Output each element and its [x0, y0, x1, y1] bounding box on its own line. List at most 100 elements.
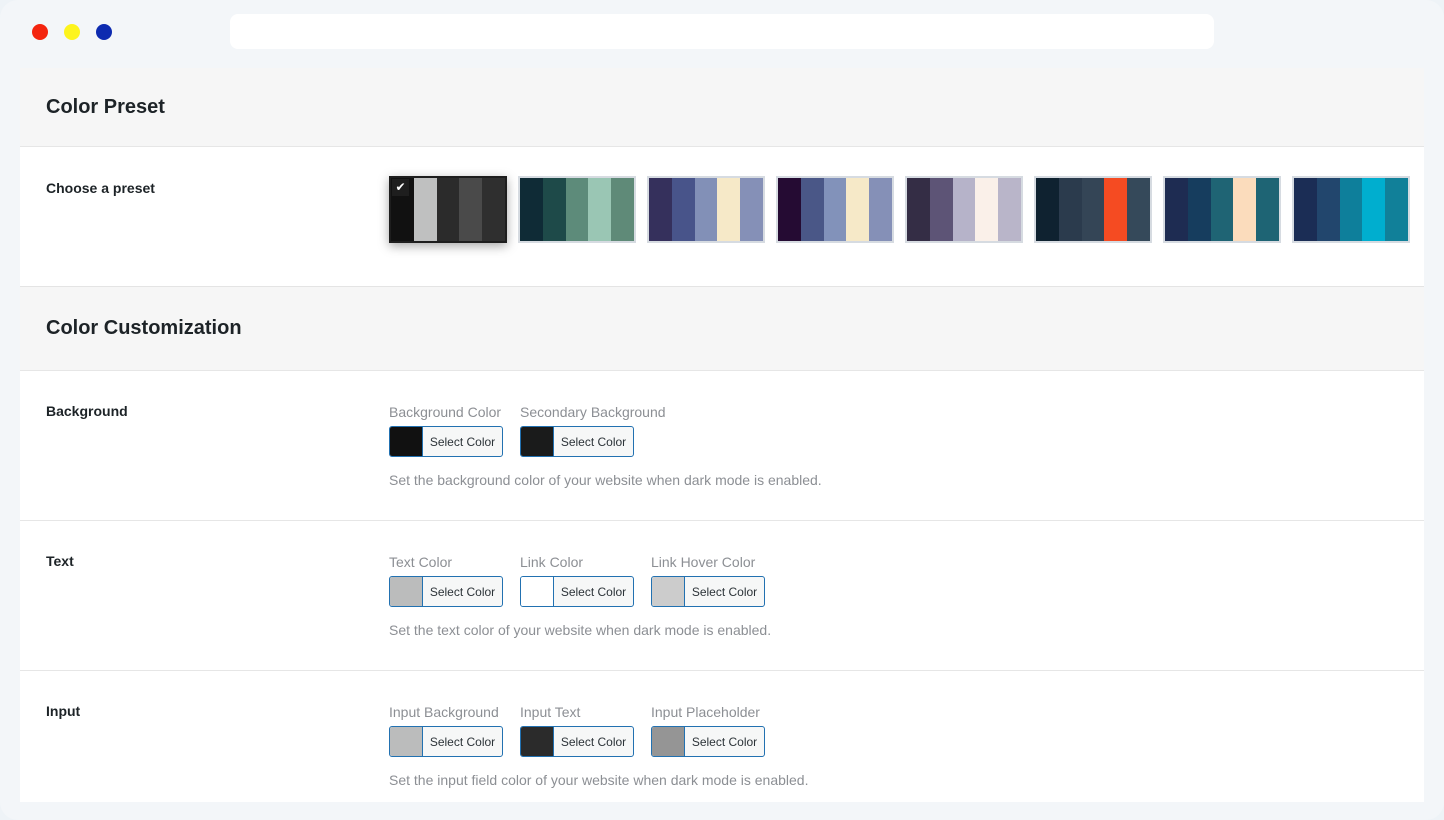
customization-rows: Background Background Color Select Color Se… [20, 370, 1424, 802]
preset-stripe [975, 178, 999, 241]
text-color-select-color-button[interactable]: Select Color [389, 576, 503, 607]
preset-stripe [611, 178, 634, 241]
text-color-label: Text Color [389, 554, 453, 570]
preset-stripe [459, 178, 483, 241]
background-fields: Background Color Select Color Secondary Ba… [389, 404, 666, 457]
preset-stripe [778, 178, 801, 241]
checkmark-icon: ✔ [392, 179, 409, 196]
preset-stripe [1316, 178, 1340, 241]
input-background-label: Input Background [389, 704, 499, 720]
preset-stripe [998, 178, 1021, 241]
color-preset-title: Color Preset [46, 95, 165, 118]
select-color-label: Select Color [560, 734, 627, 749]
input-label: Input [46, 703, 81, 719]
text-row: Text Text Color Select Color Link Color Sele… [20, 520, 1424, 670]
link-color-field: Link Color Select Color [520, 554, 634, 607]
select-color-label: Select Color [429, 584, 496, 599]
preset-stripe [649, 178, 672, 241]
preset-stripe [1233, 178, 1257, 241]
settings-content: Color Preset Choose a preset ✔ Color Cus… [20, 68, 1424, 802]
preset-stripe [1081, 178, 1105, 241]
preset-stripe [907, 178, 930, 241]
preset-3[interactable] [647, 176, 765, 243]
preset-stripe [1036, 178, 1059, 241]
background-color-label: Background Color [389, 404, 502, 420]
choose-preset-label: Choose a preset [46, 180, 155, 196]
color-preset-header: Color Preset [20, 68, 1424, 146]
preset-stripe [694, 178, 718, 241]
text-description: Set the text color of your website when … [389, 622, 772, 638]
preset-7[interactable] [1163, 176, 1281, 243]
address-bar[interactable] [230, 14, 1214, 49]
preset-stripe [823, 178, 847, 241]
preset-stripe [1210, 178, 1234, 241]
input-placeholder-label: Input Placeholder [651, 704, 760, 720]
preset-stripe [869, 178, 892, 241]
preset-2[interactable] [518, 176, 636, 243]
select-color-label: Select Color [691, 734, 758, 749]
preset-stripe [1256, 178, 1279, 241]
input-description: Set the input field color of your websit… [389, 772, 809, 788]
preset-stripe [1385, 178, 1408, 241]
input-placeholder-field: Input Placeholder Select Color [651, 704, 765, 757]
link-color-select-color-button[interactable]: Select Color [520, 576, 634, 607]
preset-stripe [436, 178, 460, 241]
background-row: Background Background Color Select Color Se… [20, 370, 1424, 520]
color-swatch [521, 727, 554, 756]
link-hover-color-label: Link Hover Color [651, 554, 756, 570]
preset-stripe [1058, 178, 1082, 241]
select-color-label: Select Color [560, 584, 627, 599]
input-text-select-color-button[interactable]: Select Color [520, 726, 634, 757]
text-fields: Text Color Select Color Link Color Select C… [389, 554, 765, 607]
background-label: Background [46, 403, 128, 419]
preset-stripe [952, 178, 976, 241]
link-hover-color-field: Link Hover Color Select Color [651, 554, 765, 607]
background-color-select-color-button[interactable]: Select Color [389, 426, 503, 457]
preset-4[interactable] [776, 176, 894, 243]
preset-list: ✔ [389, 176, 1410, 243]
window-close-dot[interactable] [32, 24, 48, 40]
input-fields: Input Background Select Color Input Text Se… [389, 704, 765, 757]
input-text-label: Input Text [520, 704, 581, 720]
color-customization-header: Color Customization [20, 286, 1424, 370]
preset-1[interactable]: ✔ [389, 176, 507, 243]
link-color-label: Link Color [520, 554, 584, 570]
color-swatch [521, 577, 554, 606]
window-minimize-dot[interactable] [64, 24, 80, 40]
input-placeholder-select-color-button[interactable]: Select Color [651, 726, 765, 757]
preset-stripe [520, 178, 543, 241]
preset-stripe [740, 178, 763, 241]
preset-stripe [482, 178, 505, 241]
select-color-label: Select Color [429, 434, 496, 449]
preset-stripe [929, 178, 953, 241]
preset-stripe [588, 178, 612, 241]
preset-stripe [1362, 178, 1386, 241]
input-background-select-color-button[interactable]: Select Color [389, 726, 503, 757]
input-background-field: Input Background Select Color [389, 704, 503, 757]
window-maximize-dot[interactable] [96, 24, 112, 40]
input-row: Input Input Background Select Color Input T… [20, 670, 1424, 802]
text-label: Text [46, 553, 74, 569]
preset-stripe [846, 178, 870, 241]
color-swatch [390, 727, 423, 756]
preset-stripe [800, 178, 824, 241]
link-hover-color-select-color-button[interactable]: Select Color [651, 576, 765, 607]
preset-stripe [1294, 178, 1317, 241]
secondary-background-field: Secondary Background Select Color [520, 404, 666, 457]
preset-8[interactable] [1292, 176, 1410, 243]
preset-stripe [565, 178, 589, 241]
color-swatch [390, 427, 423, 456]
preset-stripe [1165, 178, 1188, 241]
preset-stripe [671, 178, 695, 241]
preset-stripe [717, 178, 741, 241]
preset-stripe [1127, 178, 1150, 241]
preset-stripe [1187, 178, 1211, 241]
input-text-field: Input Text Select Color [520, 704, 634, 757]
preset-5[interactable] [905, 176, 1023, 243]
preset-stripe [1104, 178, 1128, 241]
preset-6[interactable] [1034, 176, 1152, 243]
secondary-background-select-color-button[interactable]: Select Color [520, 426, 634, 457]
preset-stripe [1339, 178, 1363, 241]
color-swatch [652, 727, 685, 756]
select-color-label: Select Color [691, 584, 758, 599]
